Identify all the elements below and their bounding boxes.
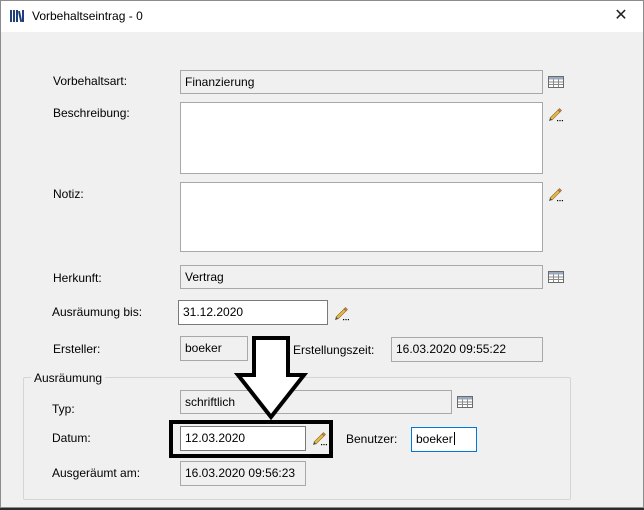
herkunft-field[interactable]: Vertrag [180,265,543,289]
text-caret [453,432,455,445]
herkunft-label: Herkunft: [53,271,102,285]
ausraeumung-bis-label: Ausräumung bis: [52,305,143,319]
table-picker-icon[interactable] [456,393,474,411]
dialog-window: Vorbehaltseintrag - 0 ✕ Vorbehaltsart: F… [0,0,644,508]
table-picker-icon[interactable] [547,73,565,91]
datum-label: Datum: [52,431,91,445]
ersteller-label: Ersteller: [53,342,101,356]
ausraeumung-group-title: Ausräumung [31,371,106,385]
beschreibung-textarea[interactable] [180,102,543,174]
title-bar: Vorbehaltseintrag - 0 ✕ [1,1,643,32]
library-icon [10,10,24,22]
pencil-edit-icon[interactable] [547,105,565,123]
down-arrow-annotation [233,336,309,421]
typ-label: Typ: [52,402,75,416]
notiz-label: Notiz: [53,187,84,201]
benutzer-value: boeker [416,432,453,446]
vorbehaltsart-label: Vorbehaltsart: [53,74,128,88]
benutzer-label: Benutzer: [346,432,398,446]
ausgeraeumt-am-label: Ausgeräumt am: [52,466,141,480]
erstellungszeit-field[interactable]: 16.03.2020 09:55:22 [391,337,543,362]
pencil-edit-icon[interactable] [547,185,565,203]
highlight-box-annotation [169,420,333,458]
pencil-edit-icon[interactable] [333,304,351,322]
table-picker-icon[interactable] [547,268,565,286]
window-title: Vorbehaltseintrag - 0 [32,9,143,23]
beschreibung-label: Beschreibung: [53,106,130,120]
typ-field[interactable]: schriftlich [180,390,452,414]
ausraeumung-bis-input[interactable]: 31.12.2020 [178,300,328,325]
ausgeraeumt-am-field[interactable]: 16.03.2020 09:56:23 [180,461,306,486]
vorbehaltsart-field[interactable]: Finanzierung [180,70,543,94]
notiz-textarea[interactable] [180,182,543,252]
close-button[interactable]: ✕ [599,1,643,32]
benutzer-input[interactable]: boeker [411,427,477,452]
